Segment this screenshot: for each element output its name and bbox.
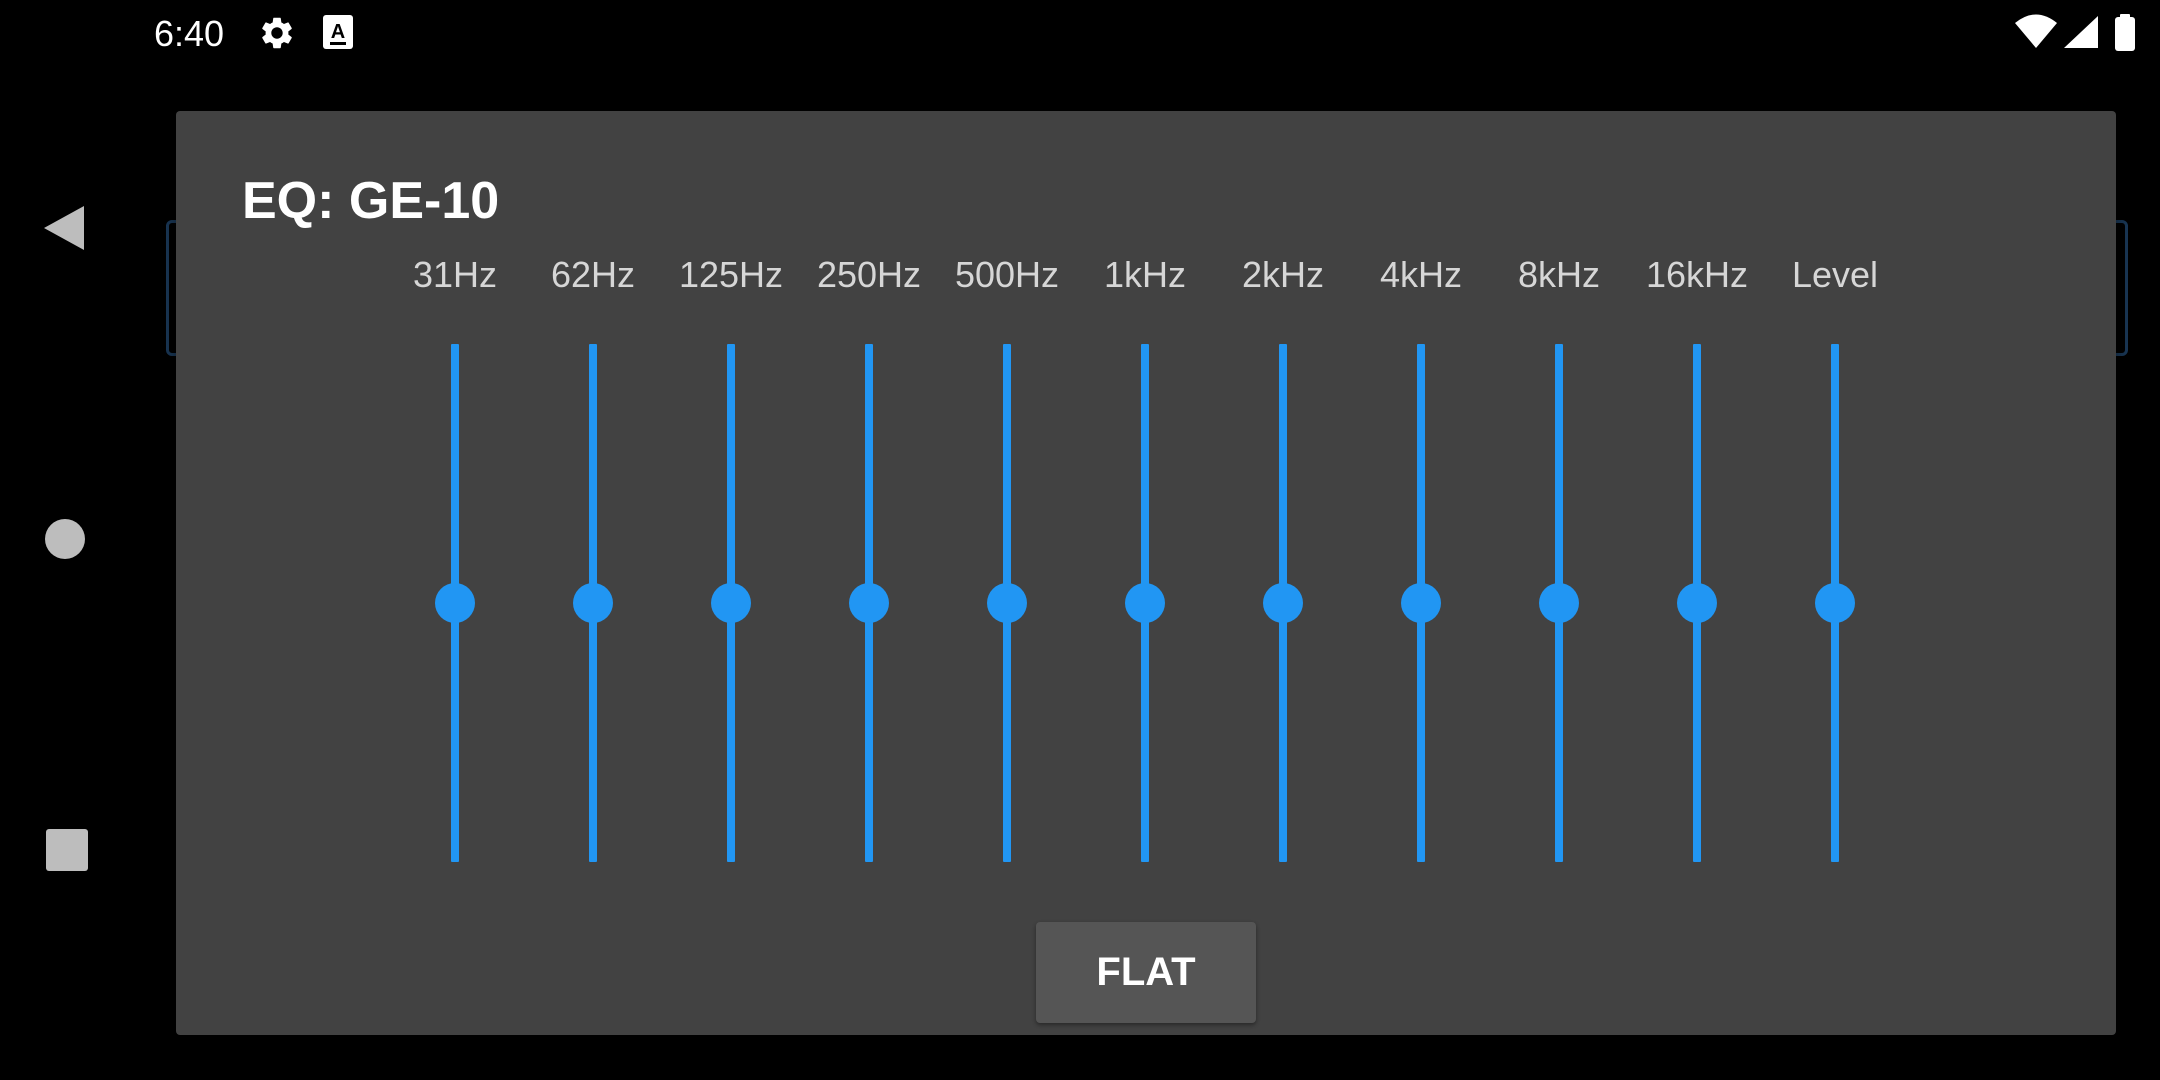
- status-time: 6:40: [154, 13, 225, 54]
- home-circle-icon[interactable]: [45, 519, 85, 564]
- band-label: 4kHz: [1379, 254, 1463, 295]
- flat-button[interactable]: FLAT: [1036, 922, 1256, 1023]
- band-label: 62Hz: [550, 254, 636, 295]
- band-label: 8kHz: [1517, 254, 1601, 295]
- band-slider-thumb[interactable]: [849, 583, 889, 623]
- battery-icon: [2114, 14, 2136, 57]
- band-label: 1kHz: [1103, 254, 1187, 295]
- band-slider-thumb[interactable]: [1539, 583, 1579, 623]
- dialog-title: EQ: GE-10: [242, 172, 500, 230]
- screen: 6:40 A EQ: GE-10 31Hz 62Hz 125Hz 250Hz 5…: [0, 0, 2160, 1080]
- band-label: Level: [1791, 254, 1879, 295]
- band-slider-thumb[interactable]: [1401, 583, 1441, 623]
- band-slider-thumb[interactable]: [1815, 583, 1855, 623]
- recents-square-icon[interactable]: [46, 829, 88, 876]
- band-slider-thumb[interactable]: [573, 583, 613, 623]
- svg-text:A: A: [331, 21, 345, 43]
- band-slider-thumb[interactable]: [1125, 583, 1165, 623]
- band-slider-thumb[interactable]: [987, 583, 1027, 623]
- band-slider-thumb[interactable]: [435, 583, 475, 623]
- band-label: 125Hz: [678, 254, 784, 295]
- band-slider-thumb[interactable]: [1263, 583, 1303, 623]
- band-label: 2kHz: [1241, 254, 1325, 295]
- back-triangle-icon[interactable]: [42, 204, 86, 257]
- cell-signal-icon: [2062, 14, 2100, 55]
- keyboard-a-icon: A: [322, 14, 354, 55]
- eq-dialog: EQ: GE-10 31Hz 62Hz 125Hz 250Hz 500Hz 1kHz 2kH…: [176, 111, 2116, 1035]
- band-slider-thumb[interactable]: [711, 583, 751, 623]
- band-label: 31Hz: [412, 254, 498, 295]
- band-label: 16kHz: [1645, 254, 1749, 295]
- band-label: 250Hz: [816, 254, 922, 295]
- band-label: 500Hz: [954, 254, 1060, 295]
- band-slider-thumb[interactable]: [1677, 583, 1717, 623]
- wifi-icon: [2014, 14, 2058, 55]
- settings-gear-icon: [258, 14, 296, 57]
